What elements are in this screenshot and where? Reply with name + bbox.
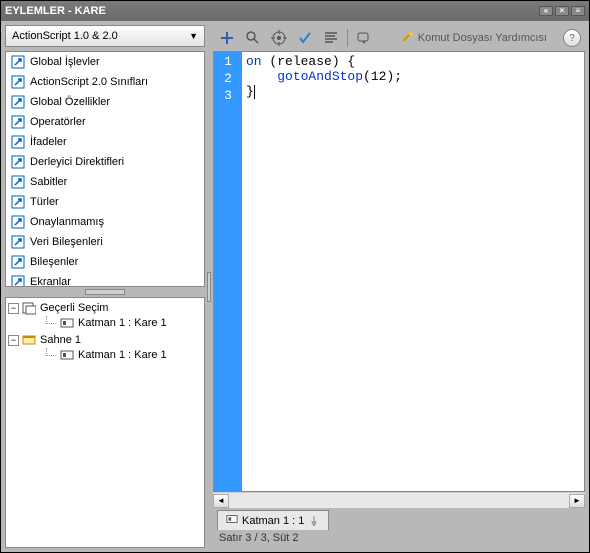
book-link-icon: [10, 74, 26, 90]
toolbox-item-label: Global İşlevler: [30, 56, 100, 68]
tree-node-label: Geçerli Seçim: [40, 302, 108, 314]
book-link-icon: [10, 54, 26, 70]
add-action-button[interactable]: [217, 28, 237, 48]
toolbox-item-label: ActionScript 2.0 Sınıfları: [30, 76, 148, 88]
book-link-icon: [10, 274, 26, 287]
script-assist-label: Komut Dosyası Yardımcısı: [418, 32, 547, 44]
line-number: 3: [214, 88, 242, 105]
tree-node-label: Sahne 1: [40, 334, 81, 346]
collapse-button[interactable]: «: [539, 6, 553, 16]
vertical-splitter[interactable]: [205, 25, 213, 548]
toolbox-item-label: Türler: [30, 196, 59, 208]
toolbox-item-label: Onaylanmamış: [30, 216, 104, 228]
book-link-icon: [10, 254, 26, 270]
frame-icon: [60, 316, 74, 330]
toolbox-item[interactable]: Global İşlevler: [6, 52, 204, 72]
toolbox-item-label: Derleyici Direktifleri: [30, 156, 124, 168]
check-syntax-button[interactable]: [295, 28, 315, 48]
toolbox-item-label: Operatörler: [30, 116, 86, 128]
scroll-right-button[interactable]: ►: [569, 494, 585, 508]
chevron-down-icon: ▼: [189, 31, 198, 41]
tab-label: Katman 1 : 1: [242, 515, 304, 527]
toolbox-item-label: Bileşenler: [30, 256, 78, 268]
book-link-icon: [10, 214, 26, 230]
tree-leaf[interactable]: Katman 1 : Kare 1: [30, 348, 202, 362]
frame-icon: [60, 348, 74, 362]
horizontal-scrollbar[interactable]: ◄ ►: [213, 492, 585, 508]
book-link-icon: [10, 174, 26, 190]
code-hint-button[interactable]: [354, 28, 374, 48]
toolbox-item[interactable]: Ekranlar: [6, 272, 204, 287]
expander-icon[interactable]: −: [8, 303, 19, 314]
tree-node-selection[interactable]: − Geçerli Seçim: [8, 301, 202, 315]
insert-target-button[interactable]: [269, 28, 289, 48]
book-link-icon: [10, 234, 26, 250]
titlebar: EYLEMLER - KARE « × ≡: [1, 1, 589, 21]
book-link-icon: [10, 114, 26, 130]
wand-icon: [400, 30, 414, 47]
dropdown-selected: ActionScript 1.0 & 2.0: [12, 30, 118, 42]
code-editor[interactable]: 1 2 3 on (release) { gotoAndStop(12); }: [213, 51, 585, 492]
auto-format-button[interactable]: [321, 28, 341, 48]
frame-icon: [226, 513, 238, 528]
toolbox: Global İşlevler ActionScript 2.0 Sınıfla…: [5, 51, 205, 287]
line-number: 2: [214, 71, 242, 88]
toolbar-separator: [347, 29, 348, 47]
help-button[interactable]: ?: [563, 29, 581, 47]
menu-button[interactable]: ≡: [571, 6, 585, 16]
find-button[interactable]: [243, 28, 263, 48]
book-link-icon: [10, 94, 26, 110]
toolbox-item[interactable]: Bileşenler: [6, 252, 204, 272]
close-button[interactable]: ×: [555, 6, 569, 16]
book-link-icon: [10, 194, 26, 210]
tree-connector: [46, 316, 56, 324]
toolbox-item[interactable]: Derleyici Direktifleri: [6, 152, 204, 172]
toolbox-item-label: İfadeler: [30, 136, 67, 148]
editor-toolbar: Komut Dosyası Yardımcısı ?: [213, 25, 585, 51]
toolbox-item-label: Ekranlar: [30, 276, 71, 287]
toolbox-item[interactable]: Operatörler: [6, 112, 204, 132]
script-tabbar: Katman 1 : 1: [213, 508, 585, 530]
line-number: 1: [214, 54, 242, 71]
code-area[interactable]: on (release) { gotoAndStop(12); }: [242, 52, 584, 491]
toolbox-item[interactable]: Sabitler: [6, 172, 204, 192]
toolbox-item[interactable]: Onaylanmamış: [6, 212, 204, 232]
status-text: Satır 3 / 3, Süt 2: [219, 532, 299, 544]
selection-icon: [22, 301, 36, 315]
script-assist-button[interactable]: Komut Dosyası Yardımcısı: [394, 28, 553, 49]
book-link-icon: [10, 154, 26, 170]
line-gutter: 1 2 3: [214, 52, 242, 491]
toolbox-item[interactable]: İfadeler: [6, 132, 204, 152]
toolbox-item-label: Global Özellikler: [30, 96, 110, 108]
window-title: EYLEMLER - KARE: [5, 5, 106, 17]
tree-leaf-label: Katman 1 : Kare 1: [78, 317, 167, 329]
tree-leaf-label: Katman 1 : Kare 1: [78, 349, 167, 361]
book-link-icon: [10, 134, 26, 150]
actionscript-version-dropdown[interactable]: ActionScript 1.0 & 2.0 ▼: [5, 25, 205, 47]
tree-node-scene[interactable]: − Sahne 1: [8, 333, 202, 347]
expander-icon[interactable]: −: [8, 335, 19, 346]
script-tab[interactable]: Katman 1 : 1: [217, 510, 329, 530]
scene-tree: − Geçerli Seçim Katman 1 : Kare 1: [5, 297, 205, 548]
pin-icon[interactable]: [308, 515, 320, 527]
toolbox-item[interactable]: Veri Bileşenleri: [6, 232, 204, 252]
toolbox-item[interactable]: ActionScript 2.0 Sınıfları: [6, 72, 204, 92]
scroll-left-button[interactable]: ◄: [213, 494, 229, 508]
statusbar: Satır 3 / 3, Süt 2: [213, 530, 585, 548]
toolbox-item-label: Sabitler: [30, 176, 67, 188]
toolbox-item-label: Veri Bileşenleri: [30, 236, 103, 248]
toolbox-item[interactable]: Türler: [6, 192, 204, 212]
horizontal-splitter[interactable]: [5, 287, 205, 297]
tree-leaf[interactable]: Katman 1 : Kare 1: [30, 316, 202, 330]
tree-connector: [46, 348, 56, 356]
toolbox-item[interactable]: Global Özellikler: [6, 92, 204, 112]
scene-icon: [22, 333, 36, 347]
